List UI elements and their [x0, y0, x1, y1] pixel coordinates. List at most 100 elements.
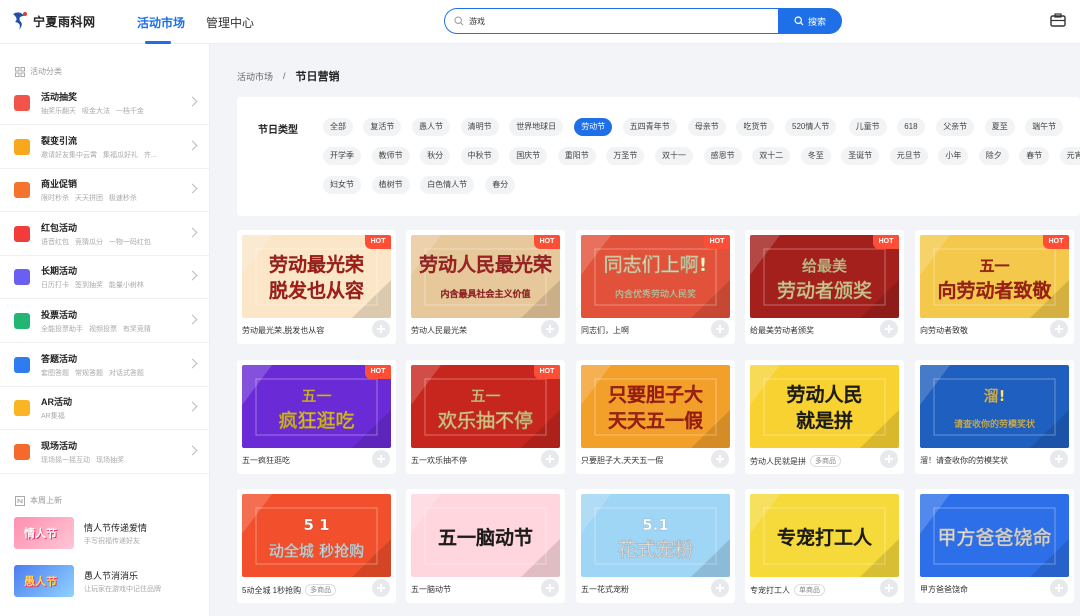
filter-chip[interactable]: 教师节 — [371, 147, 410, 165]
filter-chip[interactable]: 秋分 — [420, 147, 451, 165]
template-card[interactable]: 溜! 请查收你的劳模奖状 溜！请查收你的劳模奖状 — [915, 360, 1074, 474]
card-title: 给最美劳动者颁奖 — [750, 326, 814, 335]
filter-chip[interactable]: 母亲节 — [687, 118, 726, 136]
add-icon[interactable] — [711, 320, 729, 338]
filter-chip[interactable]: 重阳节 — [557, 147, 596, 165]
thumbnail-text: 请查收你的劳模奖状 — [954, 418, 1036, 430]
template-card[interactable]: 5 1 动全城 秒抢购 5动全城 1秒抢购 多商品 — [237, 489, 396, 603]
filter-chip[interactable]: 冬至 — [800, 147, 831, 165]
add-icon[interactable] — [372, 450, 390, 468]
new-item-valentine[interactable]: 情人节 情人节传递爱情 手写祝福传递好友 — [14, 517, 204, 555]
filter-chip[interactable]: 中秋节 — [460, 147, 499, 165]
template-card[interactable]: 劳动最光荣 脱发也从容 HOT 劳动最光荣,脱发也从容 — [237, 230, 396, 344]
thumbnail-text: 五一 — [979, 257, 1009, 275]
sidebar-item[interactable]: 长期活动 日历打卡 签到抽奖 能量小树林 — [0, 256, 210, 300]
sidebar-item[interactable]: 红包活动 语音红包 竞猜瓜分 一物一码红包 — [0, 213, 210, 256]
filter-chip[interactable]: 元旦节 — [889, 147, 928, 165]
filter-chip[interactable]: 五四青年节 — [622, 118, 677, 136]
add-icon[interactable] — [372, 579, 390, 597]
template-card[interactable]: 五一脑动节 五一脑动节 — [406, 489, 565, 603]
filter-chip[interactable]: 植树节 — [371, 176, 410, 194]
sidebar-item[interactable]: AR活动 AR集福 — [0, 387, 210, 431]
filter-chip[interactable]: 万圣节 — [606, 147, 645, 165]
filter-chip[interactable]: 国庆节 — [509, 147, 548, 165]
nav-tab-market[interactable]: 活动市场 — [137, 14, 185, 31]
filter-chip[interactable]: 劳动节 — [574, 118, 613, 136]
filter-chip[interactable]: 夏至 — [984, 118, 1015, 136]
filter-chip[interactable]: 吃货节 — [736, 118, 775, 136]
sidebar-item[interactable]: 商业促销 限时秒杀 天天拼团 极速秒杀 — [0, 169, 210, 213]
sidebar-item-desc: 邀请好友集中云霄 集福瓜好礼 齐... — [41, 151, 157, 159]
add-icon[interactable] — [711, 450, 729, 468]
add-icon[interactable] — [541, 450, 559, 468]
filter-chip[interactable]: 618 — [897, 118, 925, 136]
template-card[interactable]: 劳动人民 就是拼 劳动人民就是拼 多商品 — [745, 360, 904, 474]
filter-chip[interactable]: 520情人节 — [785, 118, 837, 136]
sidebar-item[interactable]: 活动抽奖 抽奖乐翻天 吸金大法 一档千金 — [0, 82, 210, 125]
filter-chip[interactable]: 清明节 — [460, 118, 499, 136]
add-icon[interactable] — [541, 320, 559, 338]
add-icon[interactable] — [880, 320, 898, 338]
template-card[interactable]: 五一 向劳动者致敬 HOT 向劳动者致敬 — [915, 230, 1074, 344]
filter-chip[interactable]: 元宵 — [1059, 147, 1080, 165]
filter-chip[interactable]: 妇女节 — [323, 176, 361, 194]
add-icon[interactable] — [880, 450, 898, 468]
sidebar-item[interactable]: 现场活动 现场摇一摇互动 现场抽奖 — [0, 431, 210, 474]
new-item-aprilfools[interactable]: 愚人节 愚人节消消乐 让玩家在游戏中记住品牌 — [14, 565, 204, 603]
template-card[interactable]: 给最美 劳动者颁奖 HOT 给最美劳动者颁奖 — [745, 230, 904, 344]
template-card[interactable]: 五一 疯狂逛吃 HOT 五一疯狂逛吃 — [237, 360, 396, 474]
sidebar-item-desc: 套图答题 常规答题 对话式答题 — [41, 369, 144, 377]
category-title: 活动分类 — [15, 66, 62, 77]
template-card[interactable]: 甲方爸爸饶命 甲方爸爸饶命 — [915, 489, 1074, 603]
add-icon[interactable] — [1050, 579, 1068, 597]
add-icon[interactable] — [372, 320, 390, 338]
sidebar-item[interactable]: 裂变引流 邀请好友集中云霄 集福瓜好礼 齐... — [0, 126, 210, 169]
card-thumbnail: 5.1 花式宠粉 — [581, 494, 730, 577]
add-icon[interactable] — [880, 579, 898, 597]
nav-tab-management[interactable]: 管理中心 — [206, 14, 254, 31]
ar-icon — [14, 400, 30, 417]
filter-chip[interactable]: 春分 — [485, 176, 516, 194]
template-card[interactable]: 同志们上啊! 内含优秀劳动人民奖 HOT 同志们，上啊 — [576, 230, 735, 344]
filter-chip[interactable]: 双十二 — [752, 147, 791, 165]
card-thumbnail: 溜! 请查收你的劳模奖状 — [920, 365, 1069, 448]
filter-chip[interactable]: 双十一 — [655, 147, 693, 165]
product-badge: 多商品 — [810, 455, 841, 467]
sidebar-item[interactable]: 投票活动 全能投票助手 视频投票 有奖竞猜 — [0, 300, 210, 343]
add-icon[interactable] — [711, 579, 729, 597]
sidebar-item[interactable]: 答题活动 套图答题 常规答题 对话式答题 — [0, 344, 210, 387]
add-icon[interactable] — [1050, 450, 1068, 468]
search-input[interactable] — [469, 13, 769, 29]
filter-chip[interactable]: 全部 — [323, 118, 353, 136]
filter-chip[interactable]: 除夕 — [978, 147, 1009, 165]
filter-chip[interactable]: 白色情人节 — [420, 176, 475, 194]
template-card[interactable]: 只要胆子大 天天五一假 只要胆子大,天天五一假 — [576, 360, 735, 474]
filter-chip[interactable]: 春节 — [1019, 147, 1050, 165]
filter-chip[interactable]: 儿童节 — [848, 118, 887, 136]
card-thumbnail: 五一 向劳动者致敬 HOT — [920, 235, 1069, 318]
logo[interactable]: 宁夏雨科网 — [10, 10, 96, 32]
filter-chip[interactable]: 复活节 — [363, 118, 402, 136]
user-icon — [14, 138, 30, 155]
filter-chip[interactable]: 感恩节 — [703, 147, 742, 165]
breadcrumb-parent[interactable]: 活动市场 — [237, 70, 273, 83]
hot-badge: HOT — [534, 365, 560, 379]
template-card[interactable]: 五一 欢乐抽不停 HOT 五一欢乐抽不停 — [406, 360, 565, 474]
filter-chip[interactable]: 小年 — [938, 147, 969, 165]
filter-chip[interactable]: 端午节 — [1025, 118, 1064, 136]
add-icon[interactable] — [541, 579, 559, 597]
template-card[interactable]: 5.1 花式宠粉 五一花式宠粉 — [576, 489, 735, 603]
filter-chip[interactable]: 愚人节 — [412, 118, 450, 136]
toolbox-icon[interactable] — [1050, 13, 1066, 27]
filter-chip[interactable]: 世界地球日 — [509, 118, 564, 136]
filter-chip[interactable]: 父亲节 — [936, 118, 975, 136]
thumbnail-text: 专宠打工人 — [777, 526, 873, 549]
add-icon[interactable] — [1050, 320, 1068, 338]
filter-chip[interactable]: 圣诞节 — [841, 147, 880, 165]
template-card[interactable]: 专宠打工人 专宠打工人 单商品 — [745, 489, 904, 603]
template-card[interactable]: 劳动人民最光荣 内含最具社会主义价值 HOT 劳动人民最光荣 — [406, 230, 565, 344]
chevron-right-icon — [187, 96, 198, 107]
search-button[interactable]: 搜索 — [778, 8, 842, 34]
filter-chip[interactable]: 开学季 — [323, 147, 361, 165]
breadcrumb-separator: / — [283, 71, 286, 81]
